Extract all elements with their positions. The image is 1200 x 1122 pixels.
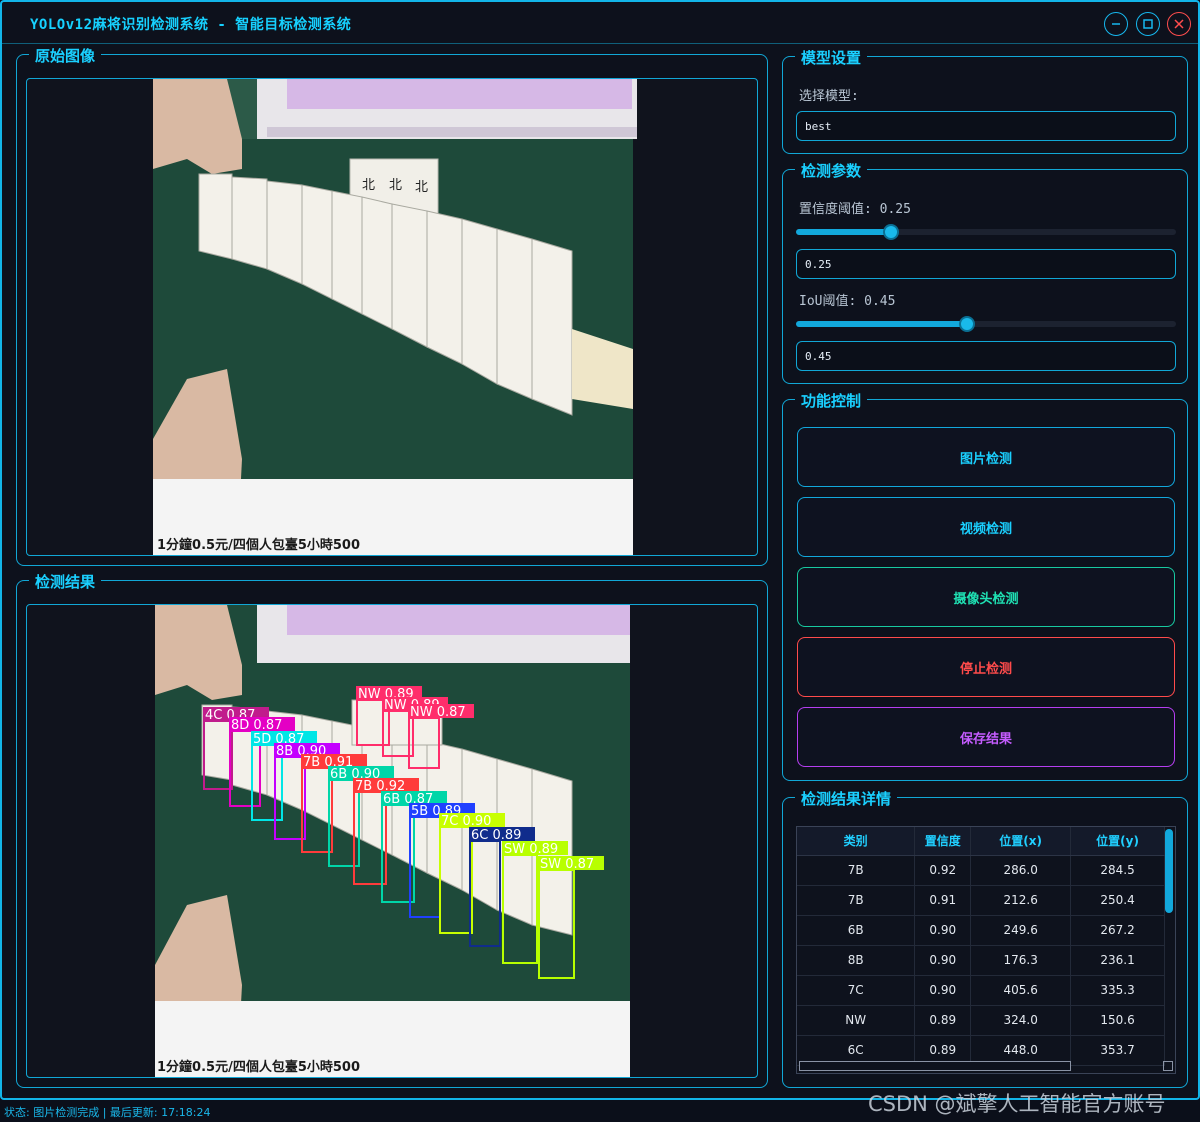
detection-label: 7C 0.90 [441, 814, 491, 829]
original-image-frame: 北 北 北 1分鐘0.5元/四個人包臺5小時500 [26, 78, 758, 556]
table-cell: 0.92 [914, 855, 972, 886]
table-cell: 0.90 [914, 945, 972, 976]
horizontal-scrollbar[interactable] [799, 1061, 1071, 1071]
table-cell: 8B [797, 945, 916, 976]
select-model-label: 选择模型: [799, 89, 859, 104]
video-detect-button[interactable]: 视频检测 [797, 497, 1175, 557]
original-image-panel: 原始图像 北 北 北 1分鐘0.5元/四個人包臺5小時500 [16, 45, 768, 566]
minimize-icon[interactable] [1104, 12, 1128, 36]
table-cell: 150.6 [1070, 1005, 1165, 1036]
table-cell: 7C [797, 975, 916, 1006]
table-cell: 286.0 [970, 855, 1072, 886]
table-cell: 0.89 [914, 1005, 972, 1036]
detection-label: SW 0.89 [504, 842, 558, 857]
model-settings-panel: 模型设置 选择模型: best [782, 47, 1188, 154]
scrollbar-corner [1163, 1061, 1173, 1071]
model-settings-title: 模型设置 [795, 47, 868, 68]
detect-params-title: 检测参数 [795, 160, 868, 181]
table-row[interactable]: 7C 0.90 405.6 335.3 [797, 975, 1165, 1006]
table-cell: 353.7 [1070, 1035, 1165, 1066]
svg-text:北: 北 [362, 178, 375, 193]
table-cell: 7B [797, 885, 916, 916]
detection-result-title: 检测结果 [29, 571, 102, 592]
status-bar: 状态: 图片检测完成 | 最后更新: 17:18:24 [4, 1106, 211, 1119]
table-row[interactable]: NW 0.89 324.0 150.6 [797, 1005, 1165, 1036]
column-header[interactable]: 位置(y) [1070, 827, 1165, 856]
detection-label: SW 0.87 [540, 857, 594, 872]
original-image: 北 北 北 1分鐘0.5元/四個人包臺5小時500 [153, 79, 637, 555]
table-cell: 335.3 [1070, 975, 1165, 1006]
detection-image-frame: 1分鐘0.5元/四個人包臺5小時500 NW 0.89NW 0.89NW 0.8… [26, 604, 758, 1078]
conf-slider-handle[interactable] [883, 224, 899, 240]
window-title: YOLOv12麻将识别检测系统 - 智能目标检测系统 [30, 17, 352, 33]
table-cell: 249.6 [970, 915, 1072, 946]
conf-slider-fill [796, 229, 891, 235]
detect-params-panel: 检测参数 置信度阈值: 0.25 0.25 IoU阈值: 0.45 0.45 [782, 160, 1188, 384]
detection-label: 6C 0.89 [471, 828, 521, 843]
camera-detect-button[interactable]: 摄像头检测 [797, 567, 1175, 627]
table-row[interactable]: 8B 0.90 176.3 236.1 [797, 945, 1165, 976]
save-result-button[interactable]: 保存结果 [797, 707, 1175, 767]
table-cell: NW [797, 1005, 916, 1036]
table-cell: 212.6 [970, 885, 1072, 916]
table-cell: 0.90 [914, 975, 972, 1006]
svg-text:北: 北 [389, 178, 402, 193]
maximize-icon[interactable] [1136, 12, 1160, 36]
table-header-row: 类别 置信度 位置(x) 位置(y) [797, 827, 1165, 856]
table-cell: 0.91 [914, 885, 972, 916]
table-cell: 176.3 [970, 945, 1072, 976]
table-cell: 284.5 [1070, 855, 1165, 886]
table-body: 7B 0.92 286.0 284.5 7B 0.91 212.6 250.4 6B 0.90 24… [797, 855, 1165, 1066]
iou-threshold-input[interactable]: 0.45 [796, 341, 1176, 371]
results-detail-title: 检测结果详情 [795, 788, 898, 809]
results-detail-panel: 检测结果详情 类别 置信度 位置(x) 位置(y) 7B 0.92 286.0 284.5 7… [782, 788, 1188, 1088]
table-row[interactable]: 6B 0.90 249.6 267.2 [797, 915, 1165, 946]
model-select[interactable]: best [796, 111, 1176, 141]
table-cell: 7B [797, 855, 916, 886]
conf-threshold-slider[interactable] [796, 224, 1176, 240]
table-cell: 405.6 [970, 975, 1072, 1006]
detection-result-panel: 检测结果 1分鐘0.5元/四個人包臺5小時500 NW 0.89 NW NW 0… [16, 571, 768, 1088]
app-window: YOLOv12麻将识别检测系统 - 智能目标检测系统 原始图像 北 北 北 1分… [0, 0, 1200, 1100]
column-header[interactable]: 类别 [797, 827, 916, 856]
iou-threshold-label: IoU阈值: 0.45 [799, 294, 896, 309]
detection-label: NW 0.87 [410, 705, 466, 720]
table-cell: 250.4 [1070, 885, 1165, 916]
detection-image: 1分鐘0.5元/四個人包臺5小時500 NW 0.89NW 0.89NW 0.8… [155, 605, 630, 1077]
svg-text:北: 北 [415, 180, 428, 195]
image-detect-button[interactable]: 图片检测 [797, 427, 1175, 487]
result-banner-text: 1分鐘0.5元/四個人包臺5小時500 [157, 1059, 360, 1075]
conf-threshold-label: 置信度阈值: 0.25 [799, 202, 911, 217]
close-icon[interactable] [1167, 12, 1191, 36]
results-table-wrapper[interactable]: 类别 置信度 位置(x) 位置(y) 7B 0.92 286.0 284.5 7B 0.91 21… [796, 826, 1176, 1074]
watermark-text: CSDN @斌擎人工智能官方账号 [868, 1092, 1166, 1116]
stop-detect-button[interactable]: 停止检测 [797, 637, 1175, 697]
original-banner-text: 1分鐘0.5元/四個人包臺5小時500 [157, 537, 360, 553]
table-cell: 267.2 [1070, 915, 1165, 946]
table-cell: 324.0 [970, 1005, 1072, 1036]
table-cell: 0.90 [914, 915, 972, 946]
results-table: 类别 置信度 位置(x) 位置(y) 7B 0.92 286.0 284.5 7B 0.91 21… [797, 827, 1165, 1066]
detection-label: 8D 0.87 [231, 718, 282, 733]
table-cell: 6B [797, 915, 916, 946]
conf-threshold-input[interactable]: 0.25 [796, 249, 1176, 279]
column-header[interactable]: 位置(x) [970, 827, 1072, 856]
function-control-panel: 功能控制 图片检测 视频检测 摄像头检测 停止检测 保存结果 [782, 390, 1188, 781]
table-row[interactable]: 7B 0.91 212.6 250.4 [797, 885, 1165, 916]
iou-threshold-slider[interactable] [796, 316, 1176, 332]
vertical-scrollbar[interactable] [1165, 829, 1173, 913]
iou-slider-handle[interactable] [959, 316, 975, 332]
original-image-title: 原始图像 [29, 45, 102, 66]
table-row[interactable]: 7B 0.92 286.0 284.5 [797, 855, 1165, 886]
table-cell: 236.1 [1070, 945, 1165, 976]
function-control-title: 功能控制 [795, 390, 868, 411]
iou-slider-fill [796, 321, 967, 327]
column-header[interactable]: 置信度 [914, 827, 972, 856]
title-bar[interactable]: YOLOv12麻将识别检测系统 - 智能目标检测系统 [2, 2, 1198, 44]
